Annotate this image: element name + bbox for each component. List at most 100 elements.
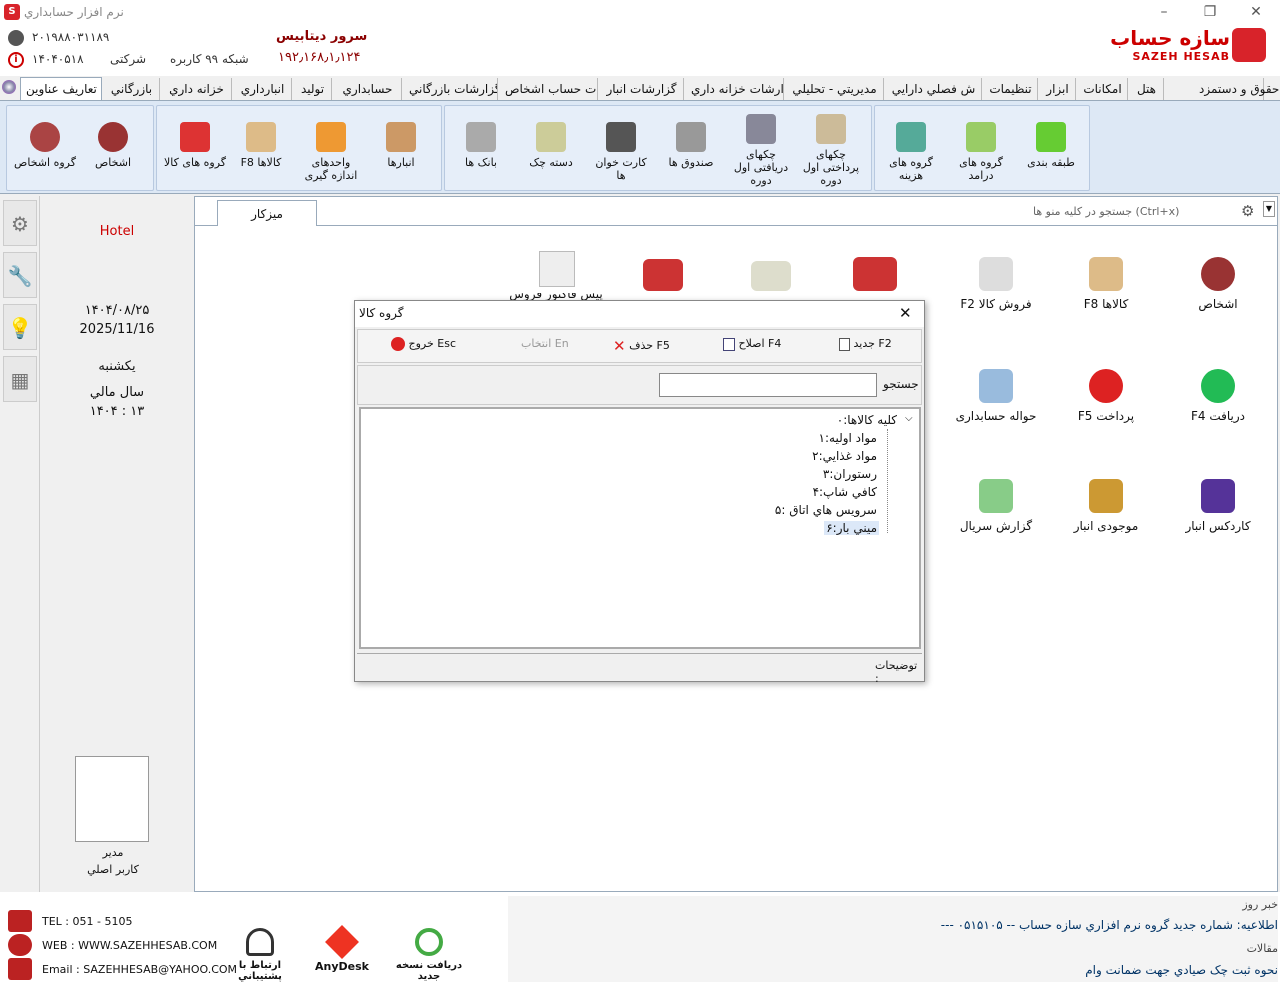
sales-return-icon[interactable] bbox=[853, 257, 897, 291]
tab-treasury[interactable]: خزانه داري bbox=[162, 78, 232, 100]
classification-button[interactable]: طبقه بندی bbox=[1021, 112, 1081, 188]
tree-node-restaurant[interactable]: رستوران:۳ bbox=[823, 467, 877, 481]
warehouses-button[interactable]: انبارها bbox=[371, 112, 431, 188]
ws-stock[interactable]: موجودی انبار bbox=[1051, 479, 1161, 533]
footer-web[interactable]: WEB : WWW.SAZEHHESAB.COM bbox=[42, 939, 217, 952]
close-icon[interactable]: ✕ bbox=[1244, 2, 1268, 22]
footer-email[interactable]: Email : SAZEHHESAB@YAHOO.COM bbox=[42, 963, 237, 976]
ws-serial-report[interactable]: گزارش سريال bbox=[941, 479, 1051, 533]
search-input[interactable] bbox=[659, 373, 877, 397]
ws-pay[interactable]: F5 پرداخت bbox=[1051, 369, 1161, 423]
expense-groups-button[interactable]: گروه های هزينه bbox=[881, 112, 941, 188]
ribbon: طبقه بندی گروه های درامد گروه های هزينه چک… bbox=[0, 100, 1280, 194]
income-groups-icon bbox=[966, 122, 996, 152]
edit-button[interactable]: اصلاح F4 bbox=[723, 337, 781, 351]
notes-label: توضيحات : bbox=[875, 659, 918, 685]
proforma-icon[interactable] bbox=[539, 251, 575, 287]
ws-goods[interactable]: F8 کالاها bbox=[1051, 257, 1161, 311]
goods-groups-button[interactable]: گروه های کالا bbox=[161, 112, 229, 188]
select-button[interactable]: انتخاب En bbox=[521, 337, 569, 350]
tab-asset-reports[interactable]: ش فصلي دارايي bbox=[886, 78, 982, 100]
anydesk-button[interactable]: AnyDesk bbox=[310, 925, 374, 973]
ws-sales[interactable]: F2 فروش کالا bbox=[941, 257, 1051, 311]
info-panel: Hotel ۱۴۰۴/۰۸/۲۵ 2025/11/16 يکشنبه سال م… bbox=[41, 196, 193, 892]
ribbon-group-inventory: انبارها واحدهای اندازه گيری F8 کالاها گرو… bbox=[156, 105, 442, 191]
minimize-icon[interactable]: – bbox=[1152, 2, 1176, 22]
wrench-icon[interactable]: 🔧 bbox=[3, 252, 37, 298]
purchase-return-icon[interactable] bbox=[751, 261, 791, 291]
tab-management[interactable]: مديريتي - تحليلي bbox=[786, 78, 884, 100]
tree-node-minibar[interactable]: ميني بار:۶ bbox=[824, 521, 879, 535]
maximize-icon[interactable]: ❐ bbox=[1198, 2, 1222, 22]
tab-facilities[interactable]: امکانات bbox=[1078, 78, 1128, 100]
button-label: صندوق ها bbox=[668, 156, 714, 169]
tab-definitions[interactable]: تعاريف عناوين bbox=[20, 77, 102, 100]
gear-icon[interactable]: ⚙ bbox=[3, 200, 37, 246]
new-button[interactable]: جديد F2 bbox=[839, 337, 892, 351]
card-readers-button[interactable]: کارت خوان ها bbox=[591, 112, 651, 188]
goods-icon bbox=[246, 122, 276, 152]
opening-received-cheques-button[interactable]: چکهای دریافتی اول دوره bbox=[731, 108, 791, 187]
tree-node-food[interactable]: مواد غذايي:۲ bbox=[812, 449, 877, 463]
close-icon[interactable]: ✕ bbox=[899, 304, 912, 322]
tree-node-coffee-shop[interactable]: کافي شاپ:۴ bbox=[813, 485, 877, 499]
dialog-title: گروه کالا bbox=[359, 306, 404, 320]
lightbulb-icon[interactable]: 💡 bbox=[3, 304, 37, 350]
ws-voucher[interactable]: حواله حسابداری bbox=[941, 369, 1051, 423]
menu-search-input[interactable]: جستجو در کليه منو ها (Ctrl+x) bbox=[1029, 204, 1237, 220]
tab-payroll[interactable]: حقوق و دستمزد bbox=[1194, 78, 1279, 100]
purchase-icon[interactable] bbox=[643, 259, 683, 291]
anydesk-label: AnyDesk bbox=[315, 960, 369, 973]
article-link[interactable]: نحوه ثبت چک صيادي جهت ضمانت وام bbox=[1085, 963, 1278, 977]
stock-chart-icon bbox=[1089, 479, 1123, 513]
tab-accounting[interactable]: حسابداري bbox=[334, 78, 402, 100]
person-group-icon bbox=[30, 122, 60, 152]
opening-paid-cheques-button[interactable]: چکهای پرداختی اول دوره bbox=[801, 108, 861, 187]
tree-root[interactable]: کليه کالاها:۰ bbox=[837, 413, 897, 427]
banks-button[interactable]: بانک ها bbox=[451, 112, 511, 188]
tab-inventory-reports[interactable]: گزارشات انبار bbox=[600, 78, 684, 100]
item-label: اشخاص bbox=[1198, 297, 1238, 311]
exit-button[interactable]: خروج Esc bbox=[391, 337, 456, 351]
tab-warehousing[interactable]: انبارداري bbox=[234, 78, 292, 100]
units-button[interactable]: واحدهای اندازه گيری bbox=[301, 112, 361, 188]
tab-commerce-reports[interactable]: گزارشات بازرگاني bbox=[404, 78, 498, 100]
income-groups-button[interactable]: گروه های درامد bbox=[951, 112, 1011, 188]
person-groups-button[interactable]: گروه اشخاص bbox=[9, 112, 81, 188]
tab-commerce[interactable]: بازرگاني bbox=[104, 78, 160, 100]
tree-node-raw-materials[interactable]: مواد اوليه:۱ bbox=[819, 431, 877, 445]
delete-button[interactable]: ✕ حذف F5 bbox=[613, 337, 670, 355]
button-label-3: دوره bbox=[820, 174, 842, 187]
ws-receive[interactable]: F4 دریافت bbox=[1163, 369, 1273, 423]
receive-plus-icon bbox=[1201, 369, 1235, 403]
info-icon: i bbox=[8, 52, 24, 68]
tab-treasury-reports[interactable]: ارشات خزانه داري bbox=[686, 78, 784, 100]
update-button[interactable]: دریافت نسخه جدید bbox=[386, 928, 472, 982]
ribbon-group-categories: طبقه بندی گروه های درامد گروه های هزينه bbox=[874, 105, 1090, 191]
theme-orb-icon[interactable] bbox=[2, 80, 16, 94]
support-button[interactable]: ارتباط با پشتيباني bbox=[220, 928, 300, 982]
update-label: دریافت نسخه جدید bbox=[395, 960, 463, 982]
tab-settings[interactable]: تنظيمات bbox=[984, 78, 1038, 100]
tab-production[interactable]: توليد bbox=[294, 78, 332, 100]
tree-node-room-service[interactable]: سرويس هاي اتاق :۵ bbox=[775, 503, 877, 517]
select-button-label: انتخاب En bbox=[521, 337, 569, 350]
button-label-2: پرداختی اول bbox=[802, 161, 860, 174]
chevron-down-icon[interactable]: ▼ bbox=[1263, 201, 1275, 217]
tab-desktop[interactable]: ميزکار bbox=[217, 200, 317, 226]
button-label: گروه های bbox=[889, 156, 933, 169]
tab-person-accounts[interactable]: ت حساب اشخاص bbox=[500, 78, 598, 100]
tab-hotel[interactable]: هتل bbox=[1130, 78, 1164, 100]
footer-tel: TEL : 051 - 5105 bbox=[42, 915, 133, 928]
settings-gear-icon[interactable]: ⚙ bbox=[1241, 202, 1254, 220]
ws-cardex[interactable]: کاردکس انبار bbox=[1163, 479, 1273, 533]
persons-button[interactable]: اشخاص bbox=[83, 112, 143, 188]
ws-persons[interactable]: اشخاص bbox=[1163, 257, 1273, 311]
cheque-books-button[interactable]: دسته چک bbox=[521, 112, 581, 188]
button-label: F8 کالاها bbox=[240, 156, 282, 169]
calculator-icon[interactable]: ▦ bbox=[3, 356, 37, 402]
chevron-down-icon[interactable]: ⌵ bbox=[905, 413, 913, 424]
cash-boxes-button[interactable]: صندوق ها bbox=[661, 112, 721, 188]
goods-button[interactable]: F8 کالاها bbox=[231, 112, 291, 188]
tab-tools[interactable]: ابزار bbox=[1040, 78, 1076, 100]
